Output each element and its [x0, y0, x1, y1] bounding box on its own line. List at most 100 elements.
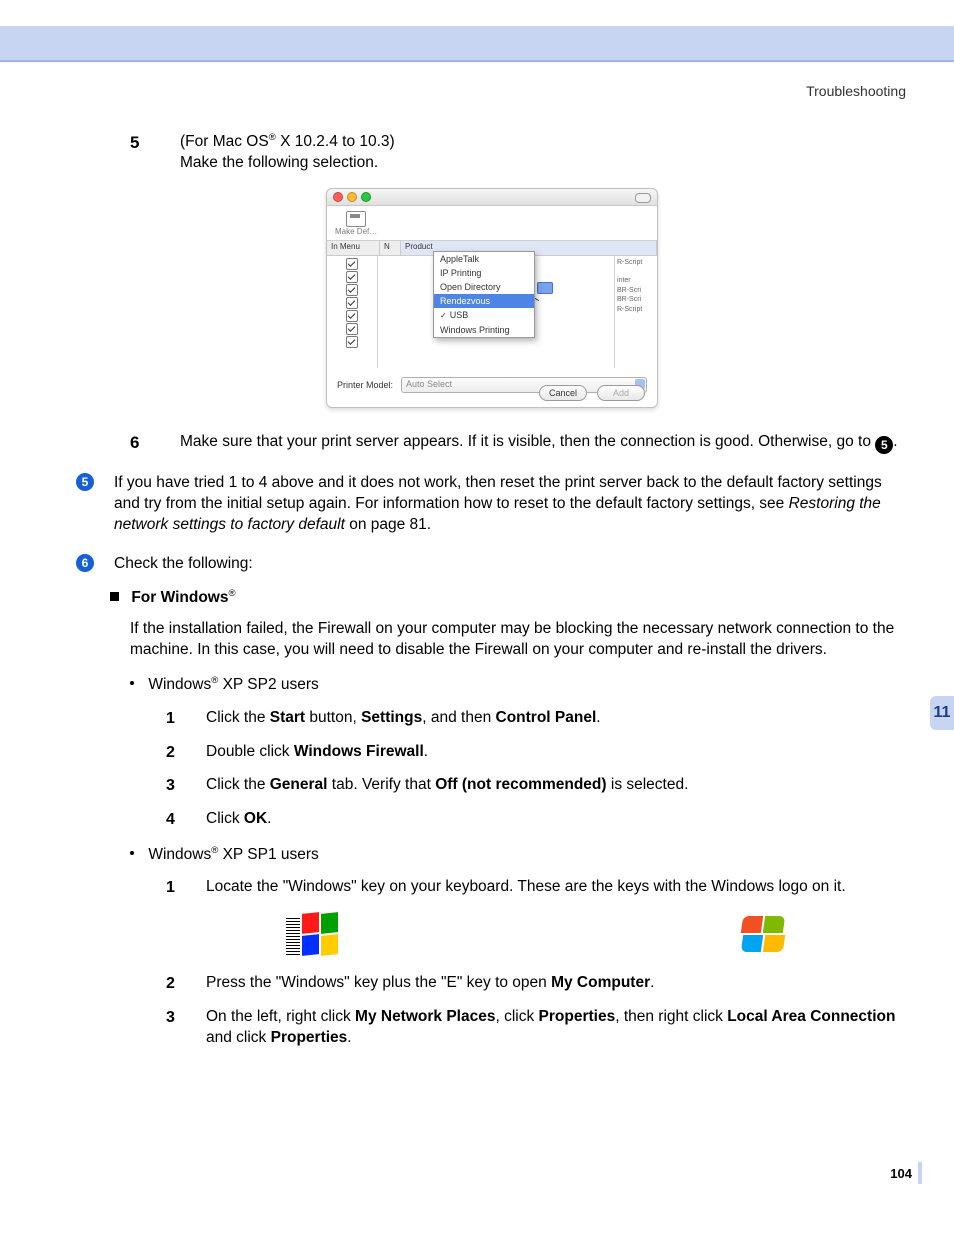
sp2-step-3: 3 Click the General tab. Verify that Off… — [166, 775, 906, 797]
zoom-icon[interactable] — [361, 192, 371, 202]
text: Windows — [148, 846, 211, 863]
text: button, — [305, 709, 361, 726]
page-number: 104 — [890, 1165, 912, 1183]
step-number: 4 — [166, 809, 184, 831]
col-n: N — [380, 241, 401, 255]
step-text: On the left, right click My Network Plac… — [206, 1007, 906, 1049]
close-icon[interactable] — [333, 192, 343, 202]
for-windows-section: For Windows® If the installation failed,… — [110, 588, 906, 1048]
text: , and then — [422, 709, 495, 726]
text: R-Script — [617, 305, 655, 314]
step-number: 1 — [166, 877, 184, 899]
bold-text: Properties — [539, 1008, 616, 1025]
text: Double click — [206, 743, 294, 760]
checkbox-icon[interactable] — [346, 271, 358, 283]
circled-number-5-icon: 5 — [76, 473, 94, 491]
text: . — [596, 709, 600, 726]
text: Click the — [206, 709, 270, 726]
text: Press the "Windows" key plus the "E" key… — [206, 974, 551, 991]
step-number: 2 — [166, 742, 184, 764]
select-value: Auto Select — [406, 379, 452, 389]
add-button[interactable]: Add — [597, 385, 645, 401]
text: Click — [206, 810, 244, 827]
checkbox-icon[interactable] — [346, 297, 358, 309]
text: Make sure that your print server appears… — [180, 433, 875, 450]
sp1-step-1: 1 Locate the "Windows" key on your keybo… — [166, 877, 906, 899]
list-body: R-Script inter BR-Scri BR-Scri R-Script … — [327, 256, 657, 368]
cancel-button[interactable]: Cancel — [539, 385, 587, 401]
step-number: 6 — [130, 432, 158, 455]
text: R-Script — [617, 258, 655, 267]
text: XP SP1 users — [218, 846, 319, 863]
step-text: Make sure that your print server appears… — [180, 432, 906, 455]
text: XP SP2 users — [218, 676, 319, 693]
text: BR-Scri — [617, 286, 655, 295]
step-text: Click OK. — [206, 809, 906, 831]
text: X 10.2.4 to 10.3) — [276, 133, 395, 150]
document-page: Troubleshooting 11 104 5 (For Mac OS® X … — [0, 0, 954, 1235]
text: is selected. — [607, 776, 689, 793]
text: Windows — [148, 676, 211, 693]
circled-number-5-icon: 5 — [875, 436, 893, 454]
bold-text: My Network Places — [355, 1008, 495, 1025]
registered-mark: ® — [269, 132, 276, 143]
checkbox-icon[interactable] — [346, 258, 358, 270]
menu-item-windows-printing[interactable]: Windows Printing — [434, 323, 534, 337]
toolbar-toggle-icon[interactable] — [635, 193, 651, 203]
menu-item-rendezvous[interactable]: Rendezvous — [434, 294, 534, 308]
section-heading: For Windows® — [110, 588, 906, 609]
step-text: Double click Windows Firewall. — [206, 742, 906, 764]
make-default-tool[interactable]: Make Def… — [335, 211, 377, 238]
checkbox-icon[interactable] — [346, 323, 358, 335]
printer-model-label: Printer Model: — [337, 379, 393, 391]
bold-text: Off (not recommended) — [435, 776, 606, 793]
windows-classic-logo-icon — [286, 913, 340, 959]
step-text: Press the "Windows" key plus the "E" key… — [206, 973, 906, 995]
mac-printer-setup-window: Make Def… In Menu N Product — [326, 188, 658, 408]
text: . — [424, 743, 428, 760]
checkbox-icon[interactable] — [346, 336, 358, 348]
checkbox-icon[interactable] — [346, 284, 358, 296]
mac-toolbar: Make Def… — [327, 206, 657, 241]
sp1-step-2: 2 Press the "Windows" key plus the "E" k… — [166, 973, 906, 995]
text: . — [267, 810, 271, 827]
dropdown-arrow-icon[interactable] — [537, 282, 553, 294]
text: , click — [495, 1008, 538, 1025]
sp2-step-2: 2 Double click Windows Firewall. — [166, 742, 906, 764]
checkbox-icon[interactable] — [346, 310, 358, 322]
bold-text: Windows Firewall — [294, 743, 424, 760]
sp2-users: Windows® XP SP2 users — [130, 675, 906, 696]
dialog-buttons: Cancel Add — [539, 385, 645, 401]
chapter-tab: 11 — [930, 696, 954, 730]
col-in-menu: In Menu — [327, 241, 380, 255]
text: For Windows — [131, 589, 228, 606]
minimize-icon[interactable] — [347, 192, 357, 202]
connection-dropdown[interactable]: AppleTalk IP Printing Open Directory Ren… — [433, 251, 535, 339]
bold-text: OK — [244, 810, 267, 827]
text: Make the following selection. — [180, 154, 378, 171]
bold-text: General — [270, 776, 328, 793]
sp2-step-4: 4 Click OK. — [166, 809, 906, 831]
right-column: R-Script inter BR-Scri BR-Scri R-Script — [615, 256, 657, 368]
menu-item-usb[interactable]: USB — [434, 308, 534, 323]
bold-text: Local Area Connection — [727, 1008, 895, 1025]
step-text: Locate the "Windows" key on your keyboar… — [206, 877, 906, 899]
sp2-steps: 1 Click the Start button, Settings, and … — [166, 708, 906, 830]
sp1-users: Windows® XP SP1 users — [130, 845, 906, 866]
windows-xp-logo-icon — [742, 916, 786, 956]
text: (For Mac OS — [180, 133, 269, 150]
windows-logos — [286, 913, 786, 959]
bold-text: Properties — [271, 1029, 348, 1046]
text: . — [893, 433, 897, 450]
step-number: 2 — [166, 973, 184, 995]
note-5: 5 If you have tried 1 to 4 above and it … — [78, 473, 906, 536]
step-text: (For Mac OS® X 10.2.4 to 10.3) Make the … — [180, 132, 906, 174]
bold-text: My Computer — [551, 974, 650, 991]
step-number: 3 — [166, 775, 184, 797]
step-6: 6 Make sure that your print server appea… — [130, 432, 906, 455]
bold-text: Settings — [361, 709, 422, 726]
menu-item-appletalk[interactable]: AppleTalk — [434, 252, 534, 266]
menu-item-open-directory[interactable]: Open Directory — [434, 280, 534, 294]
menu-item-ip-printing[interactable]: IP Printing — [434, 266, 534, 280]
text: . — [347, 1029, 351, 1046]
